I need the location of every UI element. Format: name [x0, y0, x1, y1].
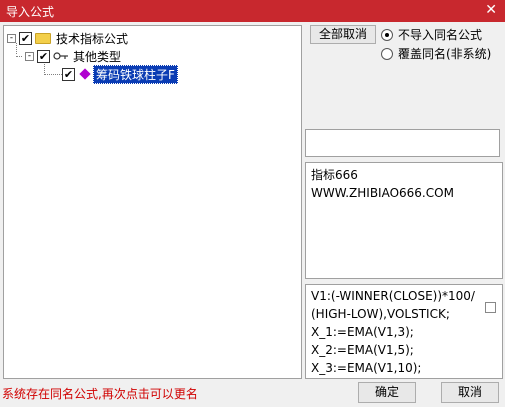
folder-icon: [35, 32, 51, 44]
tree-node-label: 其他类型: [73, 49, 122, 64]
title-bar: 导入公式 ✕: [0, 0, 505, 22]
radio-selected-icon[interactable]: [381, 28, 393, 41]
formula-tree[interactable]: - ✔ 技术指标公式 - ✔ 其他类型 ✔ 筹码铁球柱子F: [3, 25, 302, 379]
tree-node-label: 技术指标公式: [56, 31, 129, 46]
tree-node-formula[interactable]: ✔ 筹码铁球柱子F: [62, 64, 178, 84]
radio-overwrite[interactable]: 覆盖同名(非系统): [381, 45, 491, 62]
collapse-icon[interactable]: -: [7, 33, 16, 43]
collapse-icon[interactable]: -: [25, 51, 34, 61]
code-checkbox[interactable]: [485, 302, 496, 313]
code-line: X_1:=EMA(V1,3);: [311, 325, 414, 339]
formula-code-panel: V1:(-WINNER(CLOSE))*100/ (HIGH-LOW),VOLS…: [305, 284, 503, 379]
formula-icon: [79, 68, 91, 80]
ok-button[interactable]: 确定: [358, 382, 416, 403]
tree-node-root[interactable]: - ✔ 技术指标公式: [7, 29, 128, 47]
description-line: 指标666: [311, 168, 358, 182]
close-icon[interactable]: ✕: [485, 1, 497, 19]
code-line: X_3:=EMA(V1,10);: [311, 361, 422, 375]
description-line: WWW.ZHIBIAO666.COM: [311, 186, 454, 200]
radio-label: 不导入同名公式: [398, 28, 483, 42]
radio-label: 覆盖同名(非系统): [398, 47, 492, 61]
radio-skip-duplicates[interactable]: 不导入同名公式: [381, 26, 482, 43]
formula-checkbox[interactable]: ✔: [62, 67, 75, 81]
deselect-all-button[interactable]: 全部取消: [310, 25, 376, 44]
window-title: 导入公式: [6, 5, 55, 19]
radio-unselected-icon[interactable]: [381, 47, 393, 60]
code-line: X_2:=EMA(V1,5);: [311, 343, 414, 357]
tree-node-label-selected[interactable]: 筹码铁球柱子F: [93, 64, 178, 84]
tree-node-group[interactable]: - ✔ 其他类型: [25, 47, 121, 65]
cancel-button[interactable]: 取消: [441, 382, 499, 403]
code-line: (HIGH-LOW),VOLSTICK;: [311, 307, 450, 321]
key-icon: [53, 52, 68, 60]
info-field: [305, 129, 500, 157]
group-checkbox[interactable]: ✔: [37, 49, 50, 63]
root-checkbox[interactable]: ✔: [19, 31, 32, 45]
code-line: V1:(-WINNER(CLOSE))*100/: [311, 289, 475, 303]
description-panel: 指标666 WWW.ZHIBIAO666.COM: [305, 162, 503, 279]
status-message: 系统存在同名公式,再次点击可以更名: [2, 387, 198, 401]
